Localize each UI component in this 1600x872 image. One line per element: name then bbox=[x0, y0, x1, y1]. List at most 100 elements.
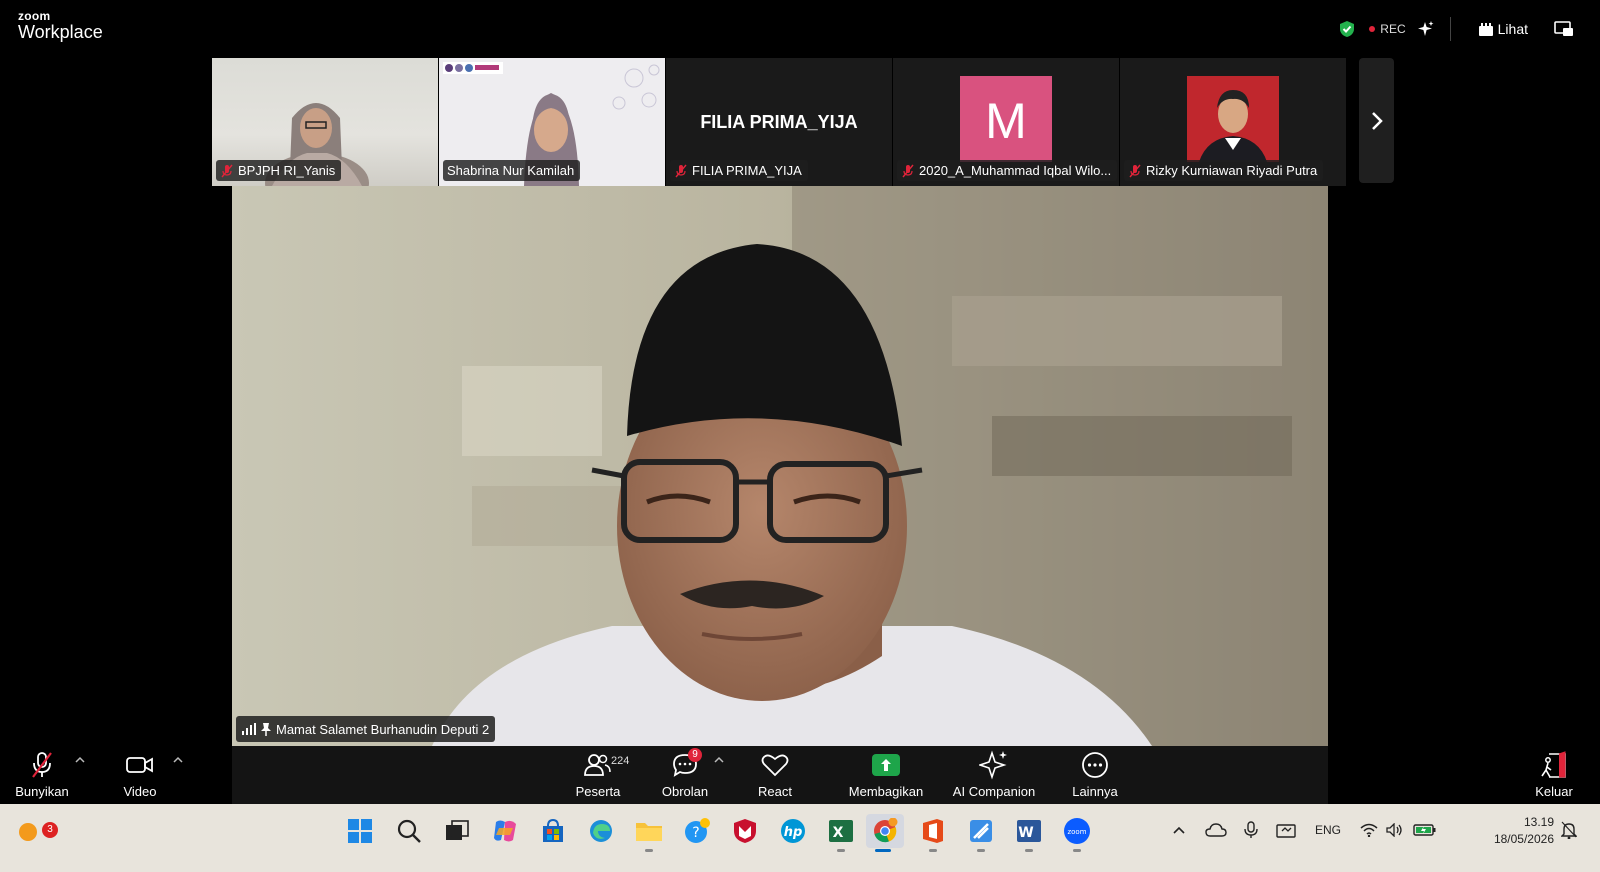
windows-start-icon bbox=[348, 819, 372, 843]
cloud-icon bbox=[1205, 823, 1227, 837]
participant-name: Rizky Kurniawan Riyadi Putra bbox=[1146, 163, 1318, 178]
unmute-button[interactable]: Bunyikan bbox=[14, 750, 70, 799]
participant-name-label: BPJPH RI_Yanis bbox=[216, 160, 342, 181]
ai-sparkle-icon[interactable] bbox=[1417, 21, 1434, 37]
clock-date: 18/05/2026 bbox=[1493, 832, 1554, 846]
recording-indicator[interactable]: REC bbox=[1369, 22, 1406, 36]
gallery-next-button[interactable] bbox=[1359, 58, 1394, 183]
chat-unread-badge: 9 bbox=[688, 748, 702, 762]
participant-tile[interactable]: M 2020_A_Muhammad Iqbal Wilo... bbox=[893, 58, 1120, 186]
input-language[interactable]: ENG bbox=[1315, 818, 1341, 842]
running-indicator bbox=[1025, 849, 1033, 852]
react-button[interactable]: React bbox=[755, 750, 795, 799]
notification-bell[interactable] bbox=[1561, 818, 1577, 842]
office-icon bbox=[923, 819, 943, 843]
participant-name: FILIA PRIMA_YIJA bbox=[692, 163, 802, 178]
task-view-button[interactable] bbox=[440, 814, 474, 848]
system-clock[interactable]: 13.19 18/05/2026 bbox=[1494, 814, 1554, 848]
volume-tray-icon[interactable] bbox=[1386, 818, 1404, 842]
muted-mic-icon bbox=[675, 164, 687, 177]
search-icon bbox=[397, 819, 421, 843]
running-indicator bbox=[929, 849, 937, 852]
excel-icon: X bbox=[829, 820, 853, 842]
muted-mic-icon bbox=[902, 164, 914, 177]
chat-button[interactable]: Obrolan bbox=[659, 750, 711, 799]
pin-icon bbox=[261, 723, 271, 736]
encryption-shield-icon[interactable] bbox=[1339, 20, 1355, 38]
participants-icon bbox=[584, 754, 611, 776]
view-button[interactable]: Lihat bbox=[1478, 21, 1528, 37]
show-hidden-icons-button[interactable] bbox=[1172, 818, 1186, 842]
avatar: M bbox=[960, 76, 1052, 162]
window-mode-icon[interactable] bbox=[1554, 21, 1574, 37]
grid-view-icon bbox=[1478, 22, 1493, 36]
running-indicator bbox=[1073, 849, 1081, 852]
leave-meeting-button[interactable]: Keluar bbox=[1531, 750, 1577, 799]
file-explorer-app[interactable] bbox=[632, 814, 666, 852]
weather-badge: 3 bbox=[42, 822, 58, 838]
zoom-workplace-logo: zoom Workplace bbox=[18, 10, 103, 41]
help-icon: ? bbox=[685, 818, 710, 843]
video-camera-icon bbox=[126, 757, 153, 773]
react-label: React bbox=[758, 784, 792, 799]
participant-name-label: Shabrina Nur Kamilah bbox=[443, 160, 581, 181]
search-button[interactable] bbox=[392, 814, 426, 848]
share-screen-button[interactable]: Membagikan bbox=[845, 750, 927, 799]
participants-count: 224 bbox=[611, 755, 630, 767]
copilot-icon bbox=[494, 820, 516, 842]
copilot-app[interactable] bbox=[488, 814, 522, 848]
word-icon: W bbox=[1017, 820, 1041, 842]
zoom-app[interactable]: zoom bbox=[1060, 814, 1094, 852]
running-indicator bbox=[645, 849, 653, 852]
avatar-photo bbox=[1199, 90, 1267, 162]
chat-options-caret-icon[interactable] bbox=[714, 756, 724, 764]
excel-app[interactable]: X bbox=[824, 814, 858, 852]
participant-tile[interactable]: FILIA PRIMA_YIJA FILIA PRIMA_YIJA bbox=[666, 58, 893, 186]
wifi-icon bbox=[1360, 823, 1378, 837]
input-language-label: ENG bbox=[1315, 823, 1342, 837]
onedrive-tray-icon[interactable] bbox=[1205, 818, 1227, 842]
video-label: Video bbox=[123, 784, 157, 799]
microphone-tray-icon[interactable] bbox=[1244, 818, 1258, 842]
svg-text:zoom: zoom bbox=[1067, 828, 1086, 836]
zoom-icon: zoom bbox=[1064, 818, 1090, 844]
microphone-icon bbox=[1244, 821, 1258, 838]
office-app[interactable] bbox=[916, 814, 950, 852]
word-app[interactable]: W bbox=[1012, 814, 1046, 852]
wifi-tray-icon[interactable] bbox=[1360, 818, 1378, 842]
participant-tile[interactable]: Rizky Kurniawan Riyadi Putra bbox=[1120, 58, 1347, 186]
ai-companion-label: AI Companion bbox=[952, 784, 1036, 799]
weather-sun-icon bbox=[19, 823, 37, 841]
battery-tray-icon[interactable] bbox=[1413, 818, 1437, 842]
edge-icon bbox=[590, 820, 612, 842]
heart-icon bbox=[761, 754, 789, 777]
screen-capture-tray-icon[interactable] bbox=[1276, 818, 1296, 842]
help-app[interactable]: ? bbox=[680, 814, 714, 848]
active-app-indicator bbox=[875, 849, 891, 852]
weather-widget[interactable]: 3 bbox=[12, 814, 58, 848]
participant-tile[interactable]: Shabrina Nur Kamilah bbox=[439, 58, 666, 186]
audio-options-caret-icon[interactable] bbox=[75, 756, 85, 764]
divider bbox=[1449, 17, 1451, 41]
logo-zoom-text: zoom bbox=[18, 9, 51, 23]
start-button[interactable] bbox=[343, 814, 377, 848]
participant-name: 2020_A_Muhammad Iqbal Wilo... bbox=[919, 163, 1112, 178]
mcafee-app[interactable] bbox=[728, 814, 762, 848]
muted-mic-icon bbox=[221, 164, 233, 177]
windows-taskbar: 3 ? hp X W zoom ENG 13.19 18/05/2026 bbox=[0, 804, 1600, 872]
microsoft-store-app[interactable] bbox=[536, 814, 570, 848]
chrome-app[interactable] bbox=[866, 814, 904, 852]
hp-app[interactable]: hp bbox=[776, 814, 810, 848]
ai-companion-button[interactable]: AI Companion bbox=[950, 750, 1038, 799]
participant-tile[interactable]: BPJPH RI_Yanis bbox=[212, 58, 439, 186]
unmute-label: Bunyikan bbox=[15, 784, 69, 799]
video-button[interactable]: Video bbox=[120, 750, 160, 799]
more-button[interactable]: Lainnya bbox=[1070, 750, 1120, 799]
snipping-icon bbox=[970, 820, 992, 842]
video-options-caret-icon[interactable] bbox=[173, 756, 183, 764]
active-speaker-video[interactable] bbox=[232, 186, 1328, 746]
share-screen-icon bbox=[872, 754, 900, 776]
snipping-tool-app[interactable] bbox=[964, 814, 998, 852]
mcafee-shield-icon bbox=[734, 819, 756, 843]
edge-browser-app[interactable] bbox=[584, 814, 618, 848]
